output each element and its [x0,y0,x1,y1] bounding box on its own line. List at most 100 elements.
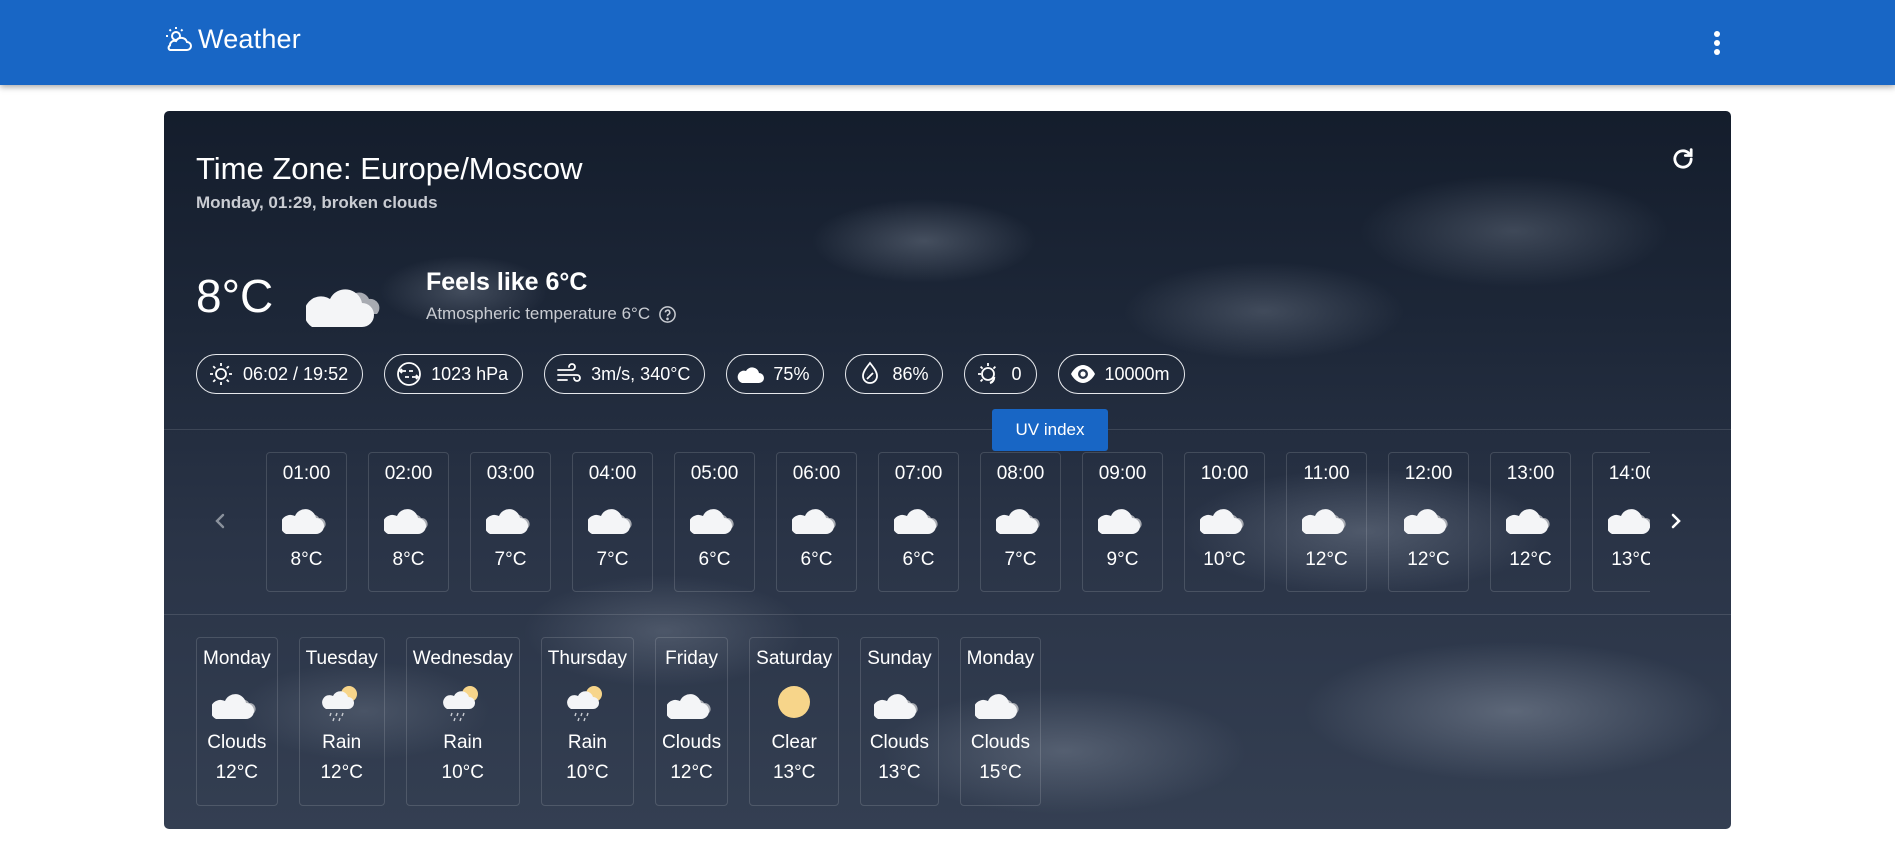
hour-temperature: 13°C [1611,549,1650,570]
hour-card[interactable]: 05:00 6°C [674,452,755,592]
broken-clouds-icon [281,509,326,534]
day-card[interactable]: Monday Clouds 12°C [196,637,278,806]
hour-time: 03:00 [486,463,535,484]
hour-temperature: 6°C [902,549,935,570]
hour-time: 12:00 [1404,463,1453,484]
day-description: Clouds [661,732,722,753]
hour-card[interactable]: 09:00 9°C [1082,452,1163,592]
chip-visibility[interactable]: 10000m [1057,354,1185,394]
day-card[interactable]: Wednesday Rain 10°C [405,637,520,806]
hour-card[interactable]: 07:00 6°C [878,452,959,592]
hour-temperature: 12°C [1509,549,1552,570]
day-card[interactable]: Saturday Clear 13°C [749,637,840,806]
hour-temperature: 7°C [494,549,527,570]
day-description: Clouds [207,732,267,753]
day-name: Monday [966,648,1035,669]
hourly-forecast: 01:00 8°C 02:00 8°C 03:00 7°C 04:00 7°C 05:00 6°C… [266,452,1650,594]
chip-sunrise-sunset[interactable]: 06:02 / 19:52 [196,354,364,394]
app-bar: Weather [0,0,1895,85]
hour-temperature: 10°C [1203,549,1246,570]
chip-cloudiness[interactable]: 75% [726,354,825,394]
day-card[interactable]: Friday Clouds 12°C [654,637,729,806]
clouds-icon [874,694,918,719]
broken-clouds-icon [893,509,938,534]
day-card[interactable]: Sunday Clouds 13°C [860,637,939,806]
brand[interactable]: Weather [164,24,301,55]
hour-card[interactable]: 08:00 7°C [980,452,1061,592]
day-card[interactable]: Thursday Rain 10°C [540,637,634,806]
chevron-right-icon [1671,513,1681,529]
rain-icon [321,686,357,722]
hour-time: 02:00 [384,463,433,484]
day-name: Sunday [867,648,932,669]
timezone-title: Time Zone: Europe/Moscow [196,151,583,186]
dot-icon [1714,49,1720,55]
chip-humidity[interactable]: 86% [845,354,944,394]
hour-card[interactable]: 04:00 7°C [572,452,653,592]
broken-clouds-icon [995,509,1040,534]
hour-temperature: 8°C [290,549,323,570]
refresh-icon[interactable] [1669,145,1697,173]
hour-card[interactable]: 10:00 10°C [1184,452,1265,592]
hour-card[interactable]: 12:00 12°C [1388,452,1469,592]
hour-time: 11:00 [1303,463,1350,484]
cloud-icon [738,367,765,383]
day-temperature: 13°C [878,762,921,783]
uv-icon [978,363,997,385]
broken-clouds-icon [1301,509,1346,534]
feels-like: Feels like 6°C [426,268,588,296]
weather-card: Time Zone: Europe/Moscow Monday, 01:29, … [164,111,1731,829]
day-description: Rain [443,732,483,753]
broken-clouds-icon [485,509,530,534]
hour-time: 06:00 [792,463,841,484]
sun-icon [778,686,811,718]
day-temperature: 12°C [215,762,259,783]
broken-clouds-icon [791,509,836,534]
day-temperature: 10°C [566,762,609,783]
hour-card[interactable]: 01:00 8°C [266,452,347,592]
hour-card[interactable]: 03:00 7°C [470,452,551,592]
broken-clouds-icon [383,509,428,534]
hour-temperature: 8°C [392,549,425,570]
day-card[interactable]: Tuesday Rain 12°C [298,637,385,806]
hourly-prev-button[interactable] [206,506,236,536]
daily-forecast: Monday Clouds 12°C Tuesday Rain 12°C Wednesday… [196,637,1042,806]
day-temperature: 12°C [670,762,713,783]
hour-card[interactable]: 11:00 12°C [1286,452,1367,592]
day-temperature: 13°C [772,762,816,783]
more-menu-button[interactable] [1703,28,1731,58]
hourly-next-button[interactable] [1660,506,1690,536]
dot-icon [1714,40,1720,46]
hour-time: 10:00 [1200,463,1249,484]
hour-card[interactable]: 02:00 8°C [368,452,449,592]
broken-clouds-icon [587,509,632,534]
chip-pressure[interactable]: 1023 hPa [384,354,524,394]
atmospheric-label: Atmospheric temperature 6°C [426,304,651,323]
chip-value: 3m/s, 340°C [591,363,691,384]
hour-card[interactable]: 13:00 12°C [1490,452,1571,592]
hour-card[interactable]: 14:00 13°C [1592,452,1650,592]
chip-uv-index[interactable]: 0 [964,354,1037,394]
broken-clouds-icon [306,289,380,327]
clouds-icon [666,694,711,719]
broken-clouds-icon [1607,509,1650,534]
humidity-icon [862,361,879,384]
sun-icon [210,363,232,385]
clouds-icon [975,694,1019,719]
hourly-row: 01:00 8°C 02:00 8°C 03:00 7°C 04:00 7°C 05:00 6°C… [266,452,1650,592]
chip-value: 1023 hPa [431,363,509,384]
chip-value: 0 [1011,363,1022,384]
day-name: Monday [203,648,271,669]
hour-time: 04:00 [588,463,637,484]
chip-wind[interactable]: 3m/s, 340°C [544,354,706,394]
chevron-left-icon [215,513,225,529]
eye-icon [1070,365,1095,383]
hour-card[interactable]: 06:00 6°C [776,452,857,592]
hour-temperature: 6°C [698,549,731,570]
timezone-subtitle: Monday, 01:29, broken clouds [196,193,438,212]
divider [164,429,1731,430]
help-icon[interactable] [658,305,677,324]
day-name: Thursday [547,648,627,669]
day-card[interactable]: Monday Clouds 15°C [959,637,1042,806]
broken-clouds-icon [1403,509,1448,534]
